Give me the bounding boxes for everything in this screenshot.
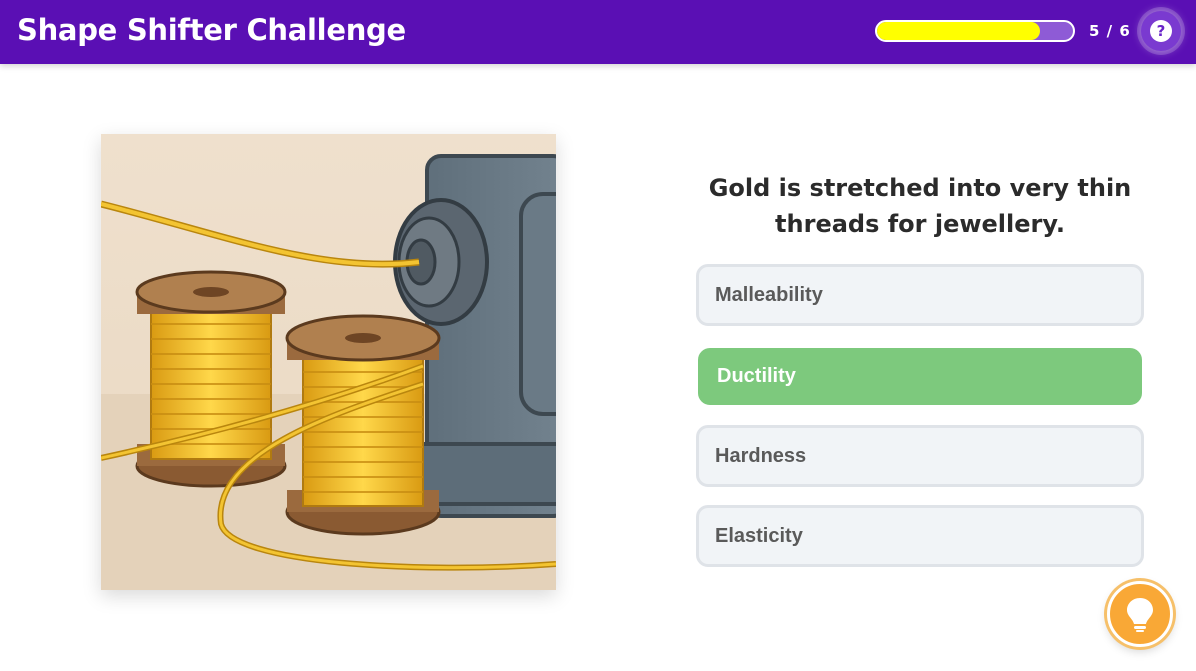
help-button[interactable]: ? (1141, 11, 1181, 51)
help-icon: ? (1150, 20, 1172, 42)
answer-option-label: Malleability (715, 283, 823, 306)
answer-option-malleability[interactable]: Malleability (696, 264, 1144, 326)
answer-option-ductility[interactable]: Ductility (698, 348, 1142, 405)
question-text: Gold is stretched into very thin threads… (708, 174, 1132, 238)
app-title: Shape Shifter Challenge (17, 13, 406, 47)
answer-option-label: Ductility (717, 365, 796, 387)
answer-option-elasticity[interactable]: Elasticity (696, 505, 1144, 567)
top-bar: Shape Shifter Challenge 5 / 6 ? (0, 0, 1196, 64)
gold-thread-spools-illustration (101, 134, 556, 590)
progress-bar-fill (877, 22, 1040, 40)
question-illustration (101, 134, 556, 590)
answer-option-label: Elasticity (715, 524, 803, 547)
progress-bar (875, 20, 1075, 42)
progress-count: 5 / 6 (1089, 22, 1131, 40)
hint-button[interactable] (1107, 581, 1173, 647)
lightbulb-icon (1127, 598, 1153, 632)
answer-option-label: Hardness (715, 444, 807, 467)
answer-option-hardness[interactable]: Hardness (696, 425, 1144, 487)
